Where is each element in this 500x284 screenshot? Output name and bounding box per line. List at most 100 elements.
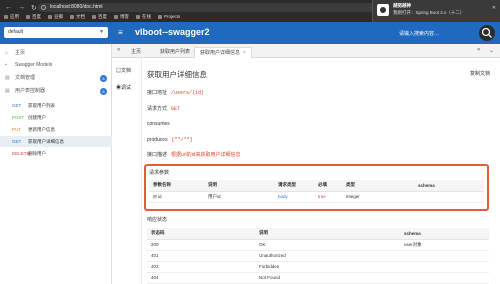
- method-row: 请求方式 GET: [147, 105, 180, 112]
- forward-icon[interactable]: →: [18, 4, 25, 12]
- bookmark[interactable]: 豆瓣: [48, 13, 63, 21]
- model-icon: ▪: [5, 62, 7, 68]
- bookmark[interactable]: 应用: [4, 13, 19, 21]
- column-header: 请求类型: [274, 180, 314, 192]
- sidebar: ⌂ 主页 ▪ Swagger Models ▤ 文档管理 5 ▤ 用户表控制器 5 GE…: [0, 44, 112, 284]
- search-input[interactable]: 请输入搜索内容…: [399, 30, 439, 37]
- sidebar-api-item[interactable]: POST 创建用户: [0, 112, 112, 123]
- menu-icon[interactable]: ≡: [118, 28, 123, 37]
- column-header: 必填: [314, 180, 342, 192]
- field-value: ["*/*"]: [171, 137, 193, 143]
- column-header: 状态码: [147, 228, 255, 240]
- group-select-value: default: [8, 29, 24, 35]
- scroll-left-icon[interactable]: «: [117, 47, 120, 53]
- status-schema: user对象: [400, 239, 489, 251]
- bookmarks-bar: 应用 百度 豆瓣 文档 百度 博客 在线 Projects: [4, 13, 180, 21]
- method-label: GET: [12, 139, 22, 144]
- bookmark-icon: [26, 14, 30, 19]
- produces-row: produces ["*/*"]: [147, 137, 193, 143]
- close-icon[interactable]: ×: [243, 50, 246, 56]
- notification-toast[interactable]: 越努越神 我刚打开：Spring Boot 2.x（十二）· ✕: [372, 0, 500, 22]
- group-select[interactable]: default ▼: [4, 27, 108, 38]
- sidebar-item-user-api[interactable]: ▤ 用户表控制器 5: [0, 86, 112, 97]
- bookmark[interactable]: 百度: [26, 13, 41, 21]
- table-row: 401 Unauthorized: [147, 250, 489, 262]
- method-label: DELETE: [12, 151, 30, 156]
- scroll-right-icon[interactable]: »: [477, 47, 480, 53]
- status-schema: [400, 272, 489, 284]
- bookmark-label: 豆瓣: [54, 14, 63, 19]
- doc-nav: ▤文档 ◉调试: [112, 58, 142, 284]
- method-label: GET: [12, 103, 22, 108]
- sidebar-api-item[interactable]: GET 获取用户列表: [0, 100, 112, 111]
- tab-label: 主页: [131, 49, 142, 55]
- field-label: 请求方式: [147, 106, 168, 112]
- field-label: 接口地址: [147, 90, 168, 96]
- sidebar-item-label: 主页: [15, 50, 26, 56]
- count-badge: 5: [100, 88, 107, 95]
- close-icon[interactable]: ✕: [492, 5, 496, 11]
- tab-home[interactable]: 主页: [126, 47, 146, 58]
- tab-user-detail[interactable]: 获取用户详细信息 ×: [194, 47, 252, 58]
- field-value: 根据url的id来获取用户详细信息: [171, 152, 241, 158]
- info-icon: [41, 5, 46, 10]
- bookmark[interactable]: 博客: [114, 13, 129, 21]
- status-schema: [400, 250, 489, 262]
- bookmark-label: 博客: [120, 14, 129, 19]
- app-title: vlboot--swagger2: [135, 27, 210, 37]
- sidebar-api-item-active[interactable]: GET 获取用户详细信息: [0, 136, 112, 147]
- status-schema: [400, 261, 489, 273]
- column-header: 说明: [204, 180, 274, 192]
- count-badge: 5: [100, 75, 107, 82]
- sidebar-api-item[interactable]: PUT 更新用户信息: [0, 124, 112, 135]
- tab-debug[interactable]: ◉调试: [116, 84, 131, 91]
- folder-icon: [136, 14, 140, 19]
- responses-table: 状态码 说明 schema 200 OK user对象 401 Unauthor…: [147, 228, 489, 284]
- url-row: 接口地址/users/{id}: [147, 89, 204, 96]
- bookmark[interactable]: 百度: [92, 13, 107, 21]
- sidebar-item-doc-mgmt[interactable]: ▤ 文档管理 5: [0, 73, 112, 84]
- browser-nav: ← → ↻: [5, 4, 37, 12]
- bookmark[interactable]: 文档: [70, 13, 85, 21]
- chevron-down-icon[interactable]: ⌄: [489, 47, 494, 54]
- folder-icon: ▤: [5, 88, 10, 94]
- notification-text: 我刚打开：Spring Boot 2.x（十二）·: [393, 10, 464, 15]
- status-desc: Forbidden: [255, 261, 400, 273]
- reload-icon[interactable]: ↻: [31, 4, 37, 12]
- expand-icon[interactable]: ⊟: [153, 194, 157, 199]
- folder-icon: [158, 14, 162, 19]
- table-row: 403 Forbidden: [147, 261, 489, 273]
- folder-icon: ▤: [5, 75, 10, 81]
- column-header: schema: [414, 180, 484, 192]
- method-label: POST: [12, 115, 25, 120]
- sidebar-item-models[interactable]: ▪ Swagger Models: [0, 60, 112, 71]
- sidebar-api-item[interactable]: DELETE删除用户: [0, 148, 112, 159]
- api-label: 获取用户详细信息: [28, 139, 64, 144]
- address-bar[interactable]: localhost:8080/doc.html: [38, 3, 376, 12]
- bookmark-label: 百度: [32, 14, 41, 19]
- bookmark[interactable]: 在线: [136, 13, 151, 21]
- copy-doc-button[interactable]: 复制文档: [470, 70, 490, 77]
- bookmark[interactable]: Projects: [158, 13, 180, 21]
- field-value: /users/{id}: [171, 90, 205, 96]
- section-title: 响应状态: [147, 217, 168, 223]
- field-label: 接口描述: [147, 152, 168, 158]
- param-desc: 用户id: [204, 191, 274, 203]
- description-row: 接口描述 根据url的id来获取用户详细信息: [147, 151, 240, 158]
- param-type: integer: [342, 191, 414, 203]
- sidebar-item-home[interactable]: ⌂ 主页: [0, 48, 112, 59]
- search-icon[interactable]: [479, 25, 495, 41]
- tab-doc[interactable]: ▤文档: [116, 67, 131, 74]
- page-title: 获取用户详细信息: [147, 70, 207, 79]
- bookmark-label: 应用: [10, 14, 19, 19]
- api-label: 更新用户信息: [28, 127, 55, 132]
- status-desc: Not Found: [255, 272, 400, 284]
- table-row: 404 Not Found: [147, 272, 489, 284]
- chevron-down-icon: ▼: [99, 29, 104, 35]
- sidebar-item-label: 文档管理: [15, 75, 36, 81]
- back-icon[interactable]: ←: [5, 4, 12, 12]
- api-label: 创建用户: [28, 115, 46, 120]
- table-row: 200 OK user对象: [147, 239, 489, 251]
- status-code: 403: [147, 261, 255, 273]
- params-table: 参数名称 说明 请求类型 必填 类型 schema ⊟ id 用户id body…: [149, 180, 484, 203]
